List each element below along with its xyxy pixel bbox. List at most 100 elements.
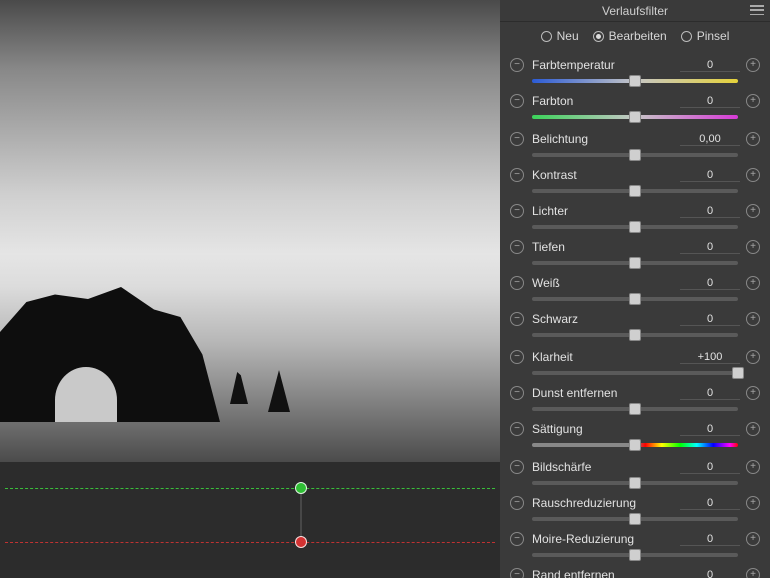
increment-button[interactable]: + (746, 532, 760, 546)
slider-label: Farbtemperatur (532, 58, 680, 72)
slider-knob[interactable] (629, 439, 641, 451)
slider-kontrast: − Kontrast 0 + (510, 166, 760, 200)
mode-bearbeiten[interactable]: Bearbeiten (593, 29, 667, 43)
increment-button[interactable]: + (746, 168, 760, 182)
increment-button[interactable]: + (746, 386, 760, 400)
decrement-button[interactable]: − (510, 496, 524, 510)
decrement-button[interactable]: − (510, 532, 524, 546)
slider-knob[interactable] (629, 513, 641, 525)
increment-button[interactable]: + (746, 422, 760, 436)
slider-label: Kontrast (532, 168, 680, 182)
increment-button[interactable]: + (746, 460, 760, 474)
slider-weiss: − Weiß 0 + (510, 274, 760, 308)
slider-track-bar (532, 371, 738, 375)
slider-knob[interactable] (629, 185, 641, 197)
slider-knob[interactable] (629, 221, 641, 233)
slider-label: Tiefen (532, 240, 680, 254)
preview-image[interactable] (0, 0, 500, 462)
slider-knob[interactable] (629, 149, 641, 161)
mode-label: Neu (557, 29, 579, 43)
decrement-button[interactable]: − (510, 132, 524, 146)
slider-knob[interactable] (629, 477, 641, 489)
slider-value[interactable]: 0 (680, 205, 740, 218)
slider-label: Rauschreduzierung (532, 496, 680, 510)
slider-track[interactable] (532, 403, 738, 415)
slider-knob[interactable] (629, 403, 641, 415)
slider-farbton: − Farbton 0 + (510, 92, 760, 126)
decrement-button[interactable]: − (510, 168, 524, 182)
decrement-button[interactable]: − (510, 568, 524, 578)
gradient-handle-bottom[interactable] (295, 536, 307, 548)
slider-knob[interactable] (629, 549, 641, 561)
radio-icon (541, 31, 552, 42)
slider-value[interactable]: 0 (680, 313, 740, 326)
slider-track[interactable] (532, 513, 738, 525)
decrement-button[interactable]: − (510, 240, 524, 254)
slider-track[interactable] (532, 367, 738, 379)
slider-knob[interactable] (629, 75, 641, 87)
slider-track[interactable] (532, 329, 738, 341)
slider-track[interactable] (532, 477, 738, 489)
decrement-button[interactable]: − (510, 58, 524, 72)
slider-value[interactable]: 0 (680, 497, 740, 510)
decrement-button[interactable]: − (510, 204, 524, 218)
panel-menu-icon[interactable] (750, 5, 764, 15)
slider-label: Belichtung (532, 132, 680, 146)
slider-value[interactable]: +100 (680, 351, 740, 364)
slider-value[interactable]: 0 (680, 59, 740, 72)
panel-header: Verlaufsfilter (500, 0, 770, 22)
slider-value[interactable]: 0 (680, 387, 740, 400)
slider-track[interactable] (532, 549, 738, 561)
decrement-button[interactable]: − (510, 386, 524, 400)
slider-track[interactable] (532, 439, 738, 451)
decrement-button[interactable]: − (510, 312, 524, 326)
increment-button[interactable]: + (746, 312, 760, 326)
slider-knob[interactable] (629, 257, 641, 269)
slider-track[interactable] (532, 185, 738, 197)
decrement-button[interactable]: − (510, 276, 524, 290)
slider-track[interactable] (532, 149, 738, 161)
increment-button[interactable]: + (746, 132, 760, 146)
gradient-line-top[interactable] (5, 488, 495, 489)
slider-value[interactable]: 0 (680, 241, 740, 254)
slider-track[interactable] (532, 257, 738, 269)
gradient-handle-top[interactable] (295, 482, 307, 494)
decrement-button[interactable]: − (510, 94, 524, 108)
slider-value[interactable]: 0 (680, 569, 740, 578)
mode-label: Bearbeiten (609, 29, 667, 43)
decrement-button[interactable]: − (510, 460, 524, 474)
mode-neu[interactable]: Neu (541, 29, 579, 43)
slider-knob[interactable] (629, 111, 641, 123)
slider-track[interactable] (532, 293, 738, 305)
slider-knob[interactable] (629, 329, 641, 341)
increment-button[interactable]: + (746, 94, 760, 108)
radio-icon (681, 31, 692, 42)
increment-button[interactable]: + (746, 496, 760, 510)
slider-belichtung: − Belichtung 0,00 + (510, 130, 760, 164)
slider-knob[interactable] (732, 367, 744, 379)
sea-rock-shape (230, 372, 248, 404)
increment-button[interactable]: + (746, 58, 760, 72)
slider-track[interactable] (532, 221, 738, 233)
gradient-filter-control-area[interactable] (0, 462, 500, 578)
gradient-line-bottom[interactable] (5, 542, 495, 543)
slider-value[interactable]: 0 (680, 277, 740, 290)
slider-value[interactable]: 0 (680, 423, 740, 436)
slider-value[interactable]: 0 (680, 533, 740, 546)
slider-knob[interactable] (629, 293, 641, 305)
slider-value[interactable]: 0 (680, 461, 740, 474)
decrement-button[interactable]: − (510, 422, 524, 436)
decrement-button[interactable]: − (510, 350, 524, 364)
increment-button[interactable]: + (746, 350, 760, 364)
increment-button[interactable]: + (746, 276, 760, 290)
increment-button[interactable]: + (746, 240, 760, 254)
slider-track[interactable] (532, 75, 738, 87)
increment-button[interactable]: + (746, 568, 760, 578)
slider-value[interactable]: 0 (680, 169, 740, 182)
slider-value[interactable]: 0,00 (680, 133, 740, 146)
slider-tiefen: − Tiefen 0 + (510, 238, 760, 272)
slider-value[interactable]: 0 (680, 95, 740, 108)
increment-button[interactable]: + (746, 204, 760, 218)
slider-track[interactable] (532, 111, 738, 123)
mode-pinsel[interactable]: Pinsel (681, 29, 730, 43)
